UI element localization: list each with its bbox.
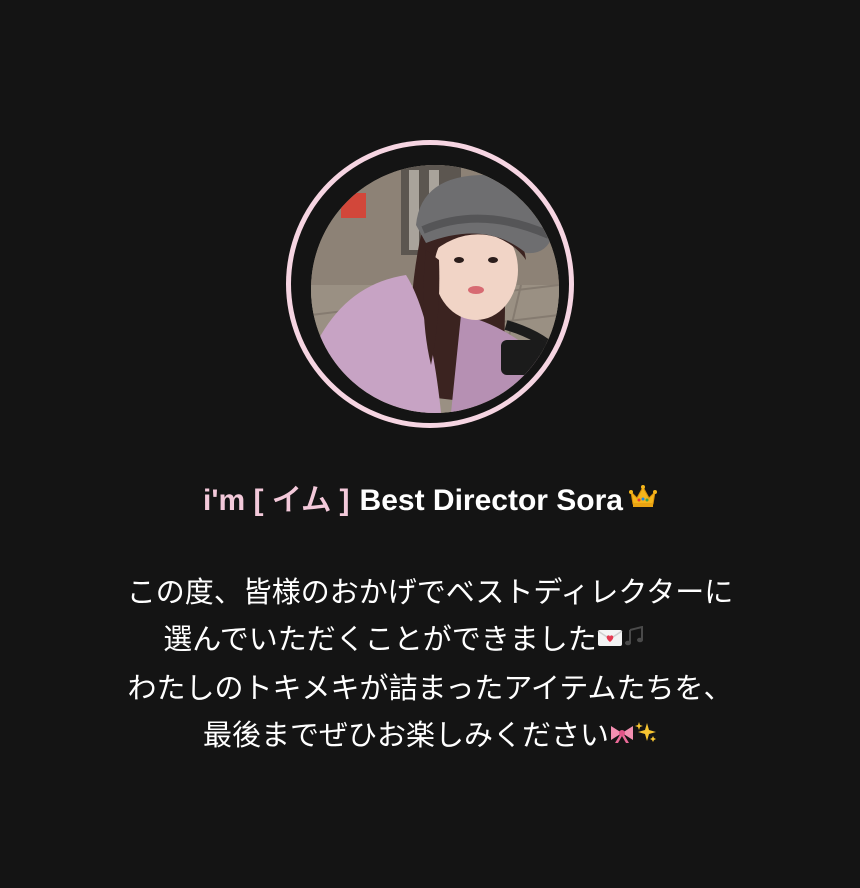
profile-message: この度、皆様のおかげでベストディレクターに 選んでいただくことができました わた…: [0, 569, 860, 760]
profile-title: i'm [ イム ] Best Director Sora: [0, 480, 860, 523]
brand-name[interactable]: i'm [ イム ]: [203, 484, 350, 517]
love-letter-icon: [597, 615, 623, 662]
message-line-4-text: 最後までぜひお楽しみください: [202, 717, 609, 752]
message-line-2: 選んでいただくことができました: [0, 616, 860, 665]
avatar-ring-gap: [291, 145, 569, 423]
crown-icon: [628, 478, 657, 520]
ribbon-icon: [609, 710, 635, 757]
message-line-4: 最後までぜひお楽しみください: [0, 712, 860, 761]
message-line-1: この度、皆様のおかげでベストディレクターに: [126, 575, 734, 609]
profile-screen: i'm [ イム ] Best Director Sora この度、皆様のおかげで…: [0, 0, 860, 888]
message-line-2-text: 選んでいただくことができました: [163, 622, 597, 656]
sparkles-icon: [635, 710, 657, 757]
avatar[interactable]: [286, 140, 574, 428]
director-title: Best Director Sora: [359, 484, 623, 517]
music-notes-icon: [623, 615, 645, 662]
avatar-photo: [311, 165, 559, 413]
message-line-3: わたしのトキメキが詰まったアイテムたちを、: [127, 670, 733, 705]
